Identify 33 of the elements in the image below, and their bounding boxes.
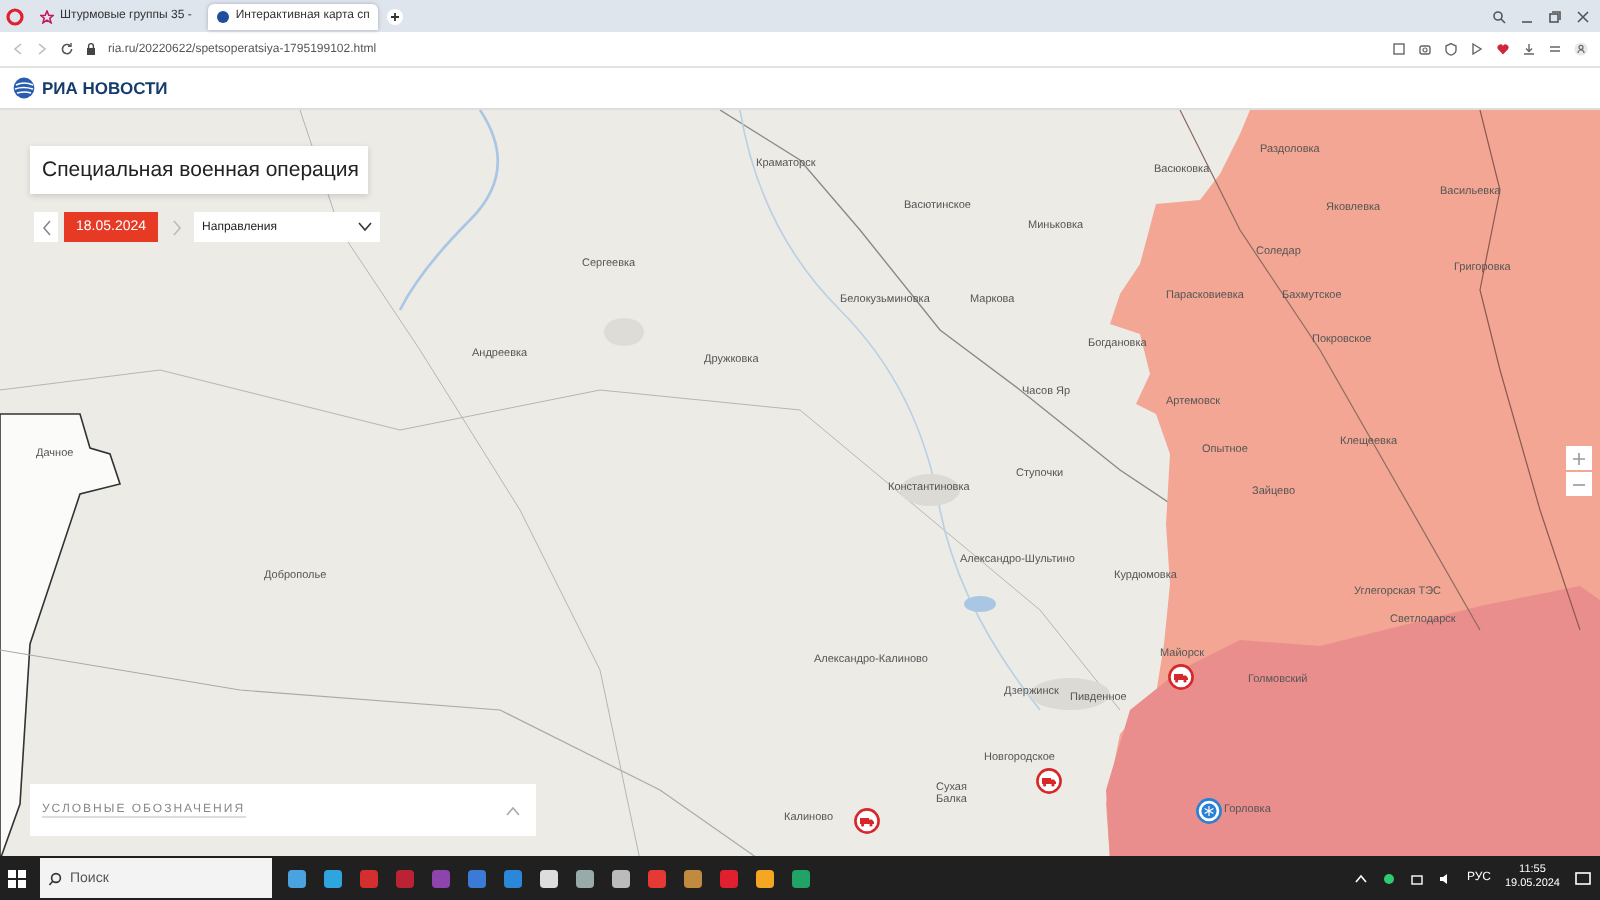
map-title: Специальная военная операция (30, 146, 368, 194)
previous-date-button[interactable] (34, 212, 58, 242)
chevron-up-icon[interactable] (1354, 871, 1369, 885)
chevron-down-icon (358, 222, 373, 232)
search-icon (48, 871, 62, 885)
notification-icon[interactable] (1574, 869, 1592, 887)
reload-icon[interactable] (60, 42, 74, 56)
lock-icon (86, 42, 96, 56)
globe-icon (215, 9, 230, 23)
play-icon[interactable] (1470, 42, 1484, 56)
chevron-right-icon (171, 219, 182, 235)
restore-icon[interactable] (1548, 9, 1562, 23)
download-icon[interactable] (1522, 42, 1536, 56)
heart-icon[interactable] (1496, 42, 1510, 56)
profile-icon[interactable] (1574, 42, 1588, 56)
truck-marker-icon[interactable] (854, 808, 880, 834)
star-icon (40, 9, 54, 23)
shield-icon[interactable] (1444, 42, 1458, 56)
volume-icon[interactable] (1438, 871, 1453, 885)
search-icon[interactable] (1492, 9, 1506, 23)
chevron-left-icon (41, 219, 51, 235)
windows-start-icon[interactable] (8, 869, 26, 887)
new-tab-icon[interactable] (385, 7, 404, 25)
truck-marker-icon[interactable] (1036, 768, 1062, 794)
site-logo[interactable]: РИА НОВОСТИ (42, 78, 168, 98)
status-dot-icon[interactable] (1382, 871, 1397, 885)
globe-logo-icon[interactable] (12, 76, 36, 100)
lake (964, 596, 996, 612)
network-icon[interactable] (1410, 871, 1425, 885)
plus-icon (1572, 451, 1586, 465)
close-icon[interactable] (1576, 9, 1590, 23)
chevron-up-icon (506, 805, 520, 815)
menu-icon[interactable] (1548, 42, 1562, 56)
